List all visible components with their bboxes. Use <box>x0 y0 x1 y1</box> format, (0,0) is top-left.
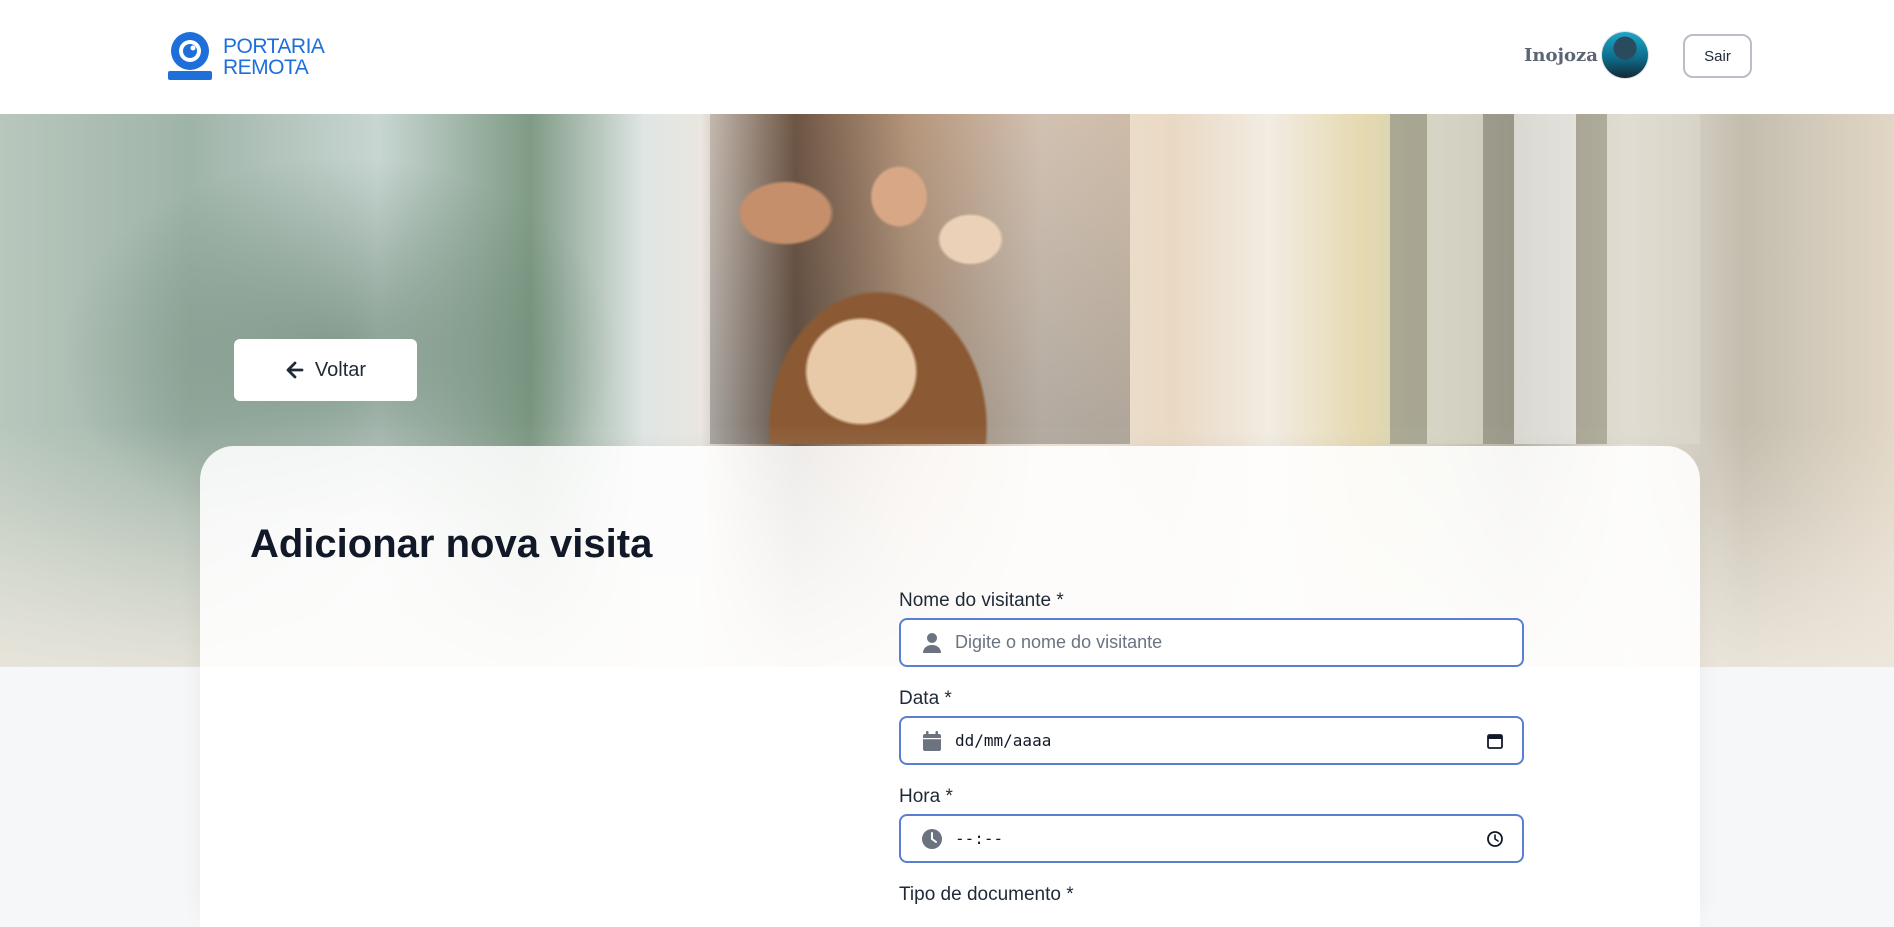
visitor-name-input[interactable]: Digite o nome do visitante <box>899 618 1524 667</box>
visitor-name-label: Nome do visitante * <box>899 590 1064 611</box>
logo-line-2: REMOTA <box>223 56 309 79</box>
arrow-left-icon <box>286 361 304 379</box>
hero-doors <box>1390 114 1700 444</box>
logo-text: PORTARIA REMOTA <box>223 35 325 79</box>
date-picker-icon[interactable] <box>1486 732 1504 750</box>
time-label: Hora * <box>899 786 953 807</box>
page-title: Adicionar nova visita <box>250 522 653 566</box>
logo-line-1: PORTARIA <box>223 35 325 58</box>
logo-camera-icon <box>168 32 212 80</box>
calendar-icon <box>923 730 941 751</box>
clock-icon <box>922 828 942 849</box>
date-input[interactable]: dd/mm/aaaa <box>899 716 1524 765</box>
date-label: Data * <box>899 688 952 709</box>
top-header: PORTARIA REMOTA Inojoza Sair <box>0 0 1894 114</box>
avatar[interactable] <box>1602 32 1648 78</box>
user-icon <box>923 632 941 653</box>
user-name: Inojoza <box>1524 45 1598 66</box>
logout-button[interactable]: Sair <box>1683 34 1752 78</box>
document-type-label: Tipo de documento * <box>899 884 1074 905</box>
back-button-label: Voltar <box>314 358 367 381</box>
hero-family-photo <box>710 114 1130 444</box>
time-value: --:-- <box>955 829 1004 848</box>
date-value: dd/mm/aaaa <box>955 731 1052 750</box>
portaria-remota-logo[interactable]: PORTARIA REMOTA <box>167 31 337 83</box>
time-picker-icon[interactable] <box>1486 830 1504 848</box>
time-input[interactable]: --:-- <box>899 814 1524 863</box>
back-button[interactable]: Voltar <box>234 339 417 401</box>
visitor-name-placeholder: Digite o nome do visitante <box>955 632 1163 652</box>
